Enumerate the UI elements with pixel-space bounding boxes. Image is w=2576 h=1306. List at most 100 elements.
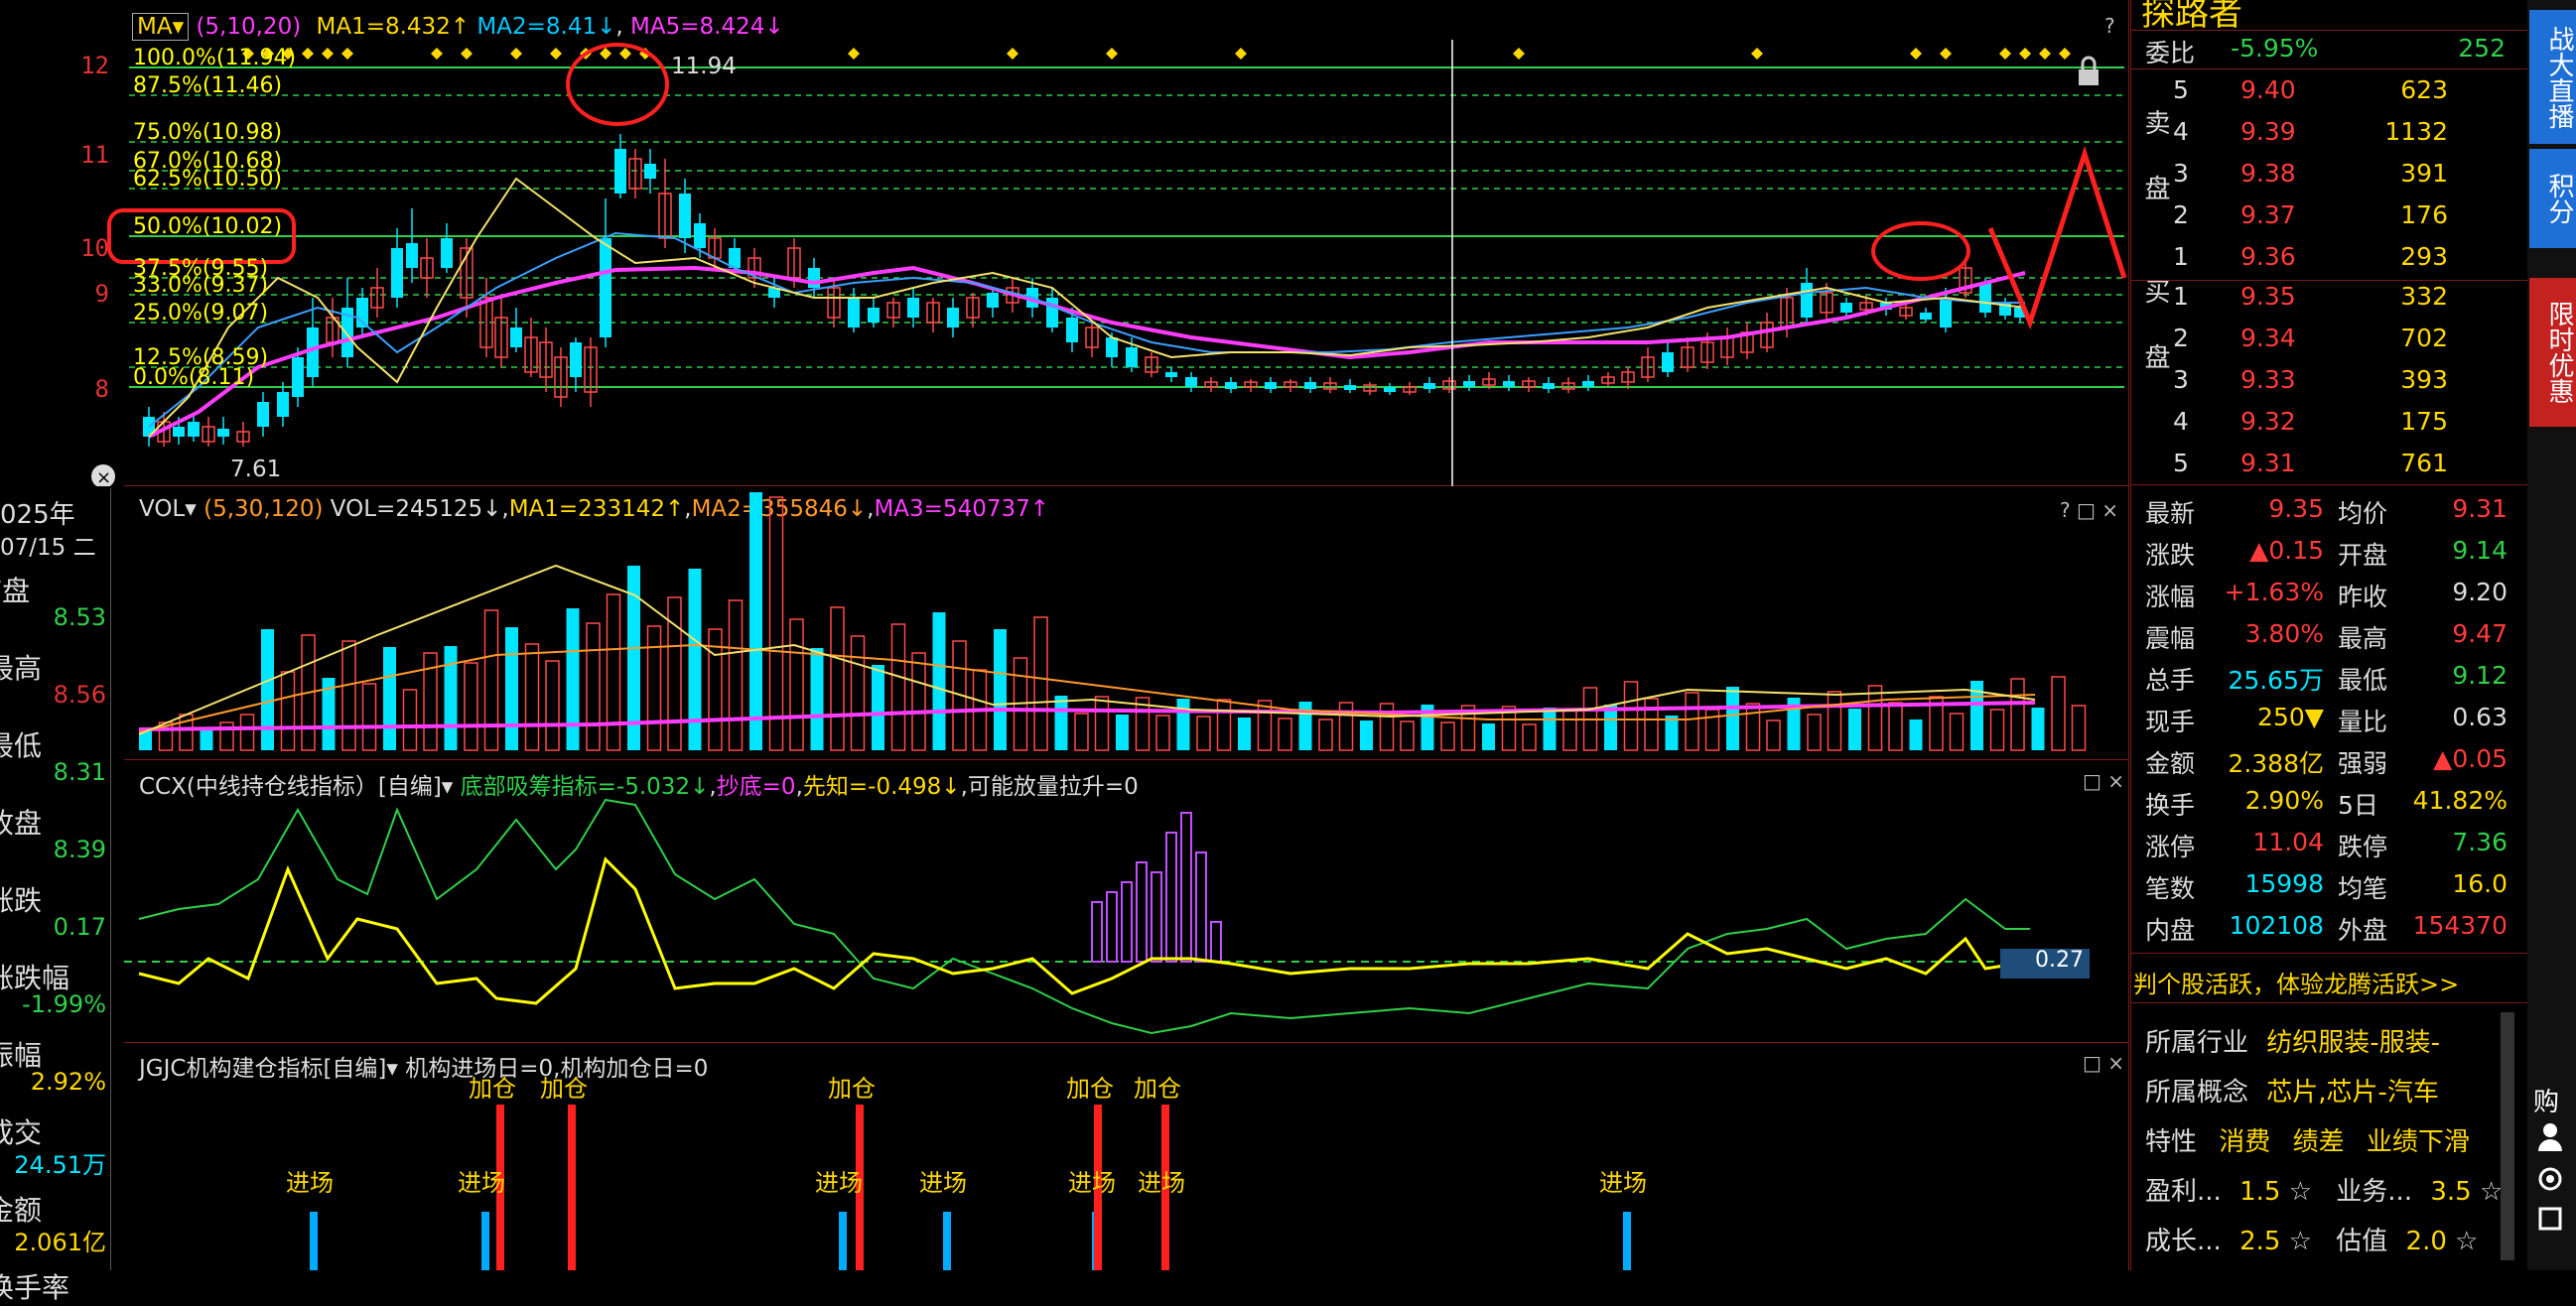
buy-button[interactable]: 购 bbox=[2533, 1082, 2559, 1118]
left-row-label: F盘 bbox=[0, 575, 31, 607]
trait-1[interactable]: 消费 bbox=[2219, 1127, 2270, 1157]
stat-label: 金额 bbox=[2145, 749, 2196, 778]
buy-level[interactable]: 5 9.31 761 bbox=[2131, 445, 2527, 484]
low-price-label: 7.61 bbox=[230, 457, 282, 482]
stat-value: 9.20 bbox=[2452, 578, 2508, 606]
level-num: 1 bbox=[2173, 242, 2189, 271]
jgjc-bars bbox=[310, 1105, 1631, 1270]
trait-2[interactable]: 绩差 bbox=[2293, 1127, 2345, 1157]
fib-label: 50.0%(10.02) bbox=[133, 214, 283, 239]
level-price: 9.33 bbox=[2240, 365, 2296, 394]
concept-row[interactable]: 所属概念 芯片,芯片-汽车 bbox=[2145, 1072, 2439, 1109]
buy-level[interactable]: 2 9.34 702 bbox=[2131, 320, 2527, 359]
candle-body-down bbox=[1304, 382, 1316, 389]
ma10-line bbox=[148, 231, 2025, 428]
candle-body-down bbox=[173, 427, 185, 437]
ccx-purple-bar bbox=[1165, 832, 1177, 963]
stat-value: 25.65万 bbox=[2228, 666, 2324, 695]
level-num: 5 bbox=[2173, 449, 2189, 477]
stat-label: 换手 bbox=[2145, 791, 2196, 820]
left-row-label: 收盘 bbox=[0, 807, 43, 840]
sell-level[interactable]: 4 9.39 1132 bbox=[2131, 113, 2527, 153]
level-volume: 391 bbox=[2400, 159, 2448, 188]
live-button[interactable]: 战大直播 bbox=[2529, 10, 2576, 144]
promo-link[interactable]: 判个股活跃，体验龙腾活跃>> bbox=[2133, 965, 2459, 999]
svg-text:×: × bbox=[96, 467, 111, 486]
level-price: 9.40 bbox=[2240, 75, 2296, 104]
sell-level[interactable]: 2 9.37 176 bbox=[2131, 196, 2527, 236]
star-icon[interactable]: ☆ bbox=[2455, 1227, 2478, 1256]
sell-level[interactable]: 1 9.36 293 bbox=[2131, 238, 2527, 278]
tool-icon[interactable] bbox=[2537, 1206, 2563, 1232]
vol-bar-up bbox=[1033, 616, 1048, 751]
vol-bar-up bbox=[524, 643, 540, 751]
level-num: 4 bbox=[2173, 407, 2189, 436]
level-volume: 761 bbox=[2400, 449, 2448, 477]
fib-lines bbox=[129, 66, 2124, 388]
weibi-value: -5.95% bbox=[2231, 34, 2319, 63]
fib-label: 25.0%(9.07) bbox=[133, 301, 269, 326]
vol-bar-up bbox=[728, 599, 744, 751]
level-num: 2 bbox=[2173, 200, 2189, 229]
level-price: 9.31 bbox=[2240, 449, 2296, 477]
trait-3[interactable]: 业绩下滑 bbox=[2367, 1127, 2470, 1157]
signal-diamond bbox=[302, 48, 314, 60]
vol-bar-up bbox=[890, 623, 906, 751]
rating4-label: 估值 bbox=[2336, 1227, 2388, 1256]
star-icon[interactable]: ☆ bbox=[2289, 1177, 2312, 1207]
stat-row: 涨幅 +1.63% 昨收 9.20 bbox=[2131, 574, 2527, 613]
vol-bar-up bbox=[606, 593, 621, 751]
vol-bar-up bbox=[830, 606, 845, 751]
promo-button[interactable]: 限时优惠 bbox=[2529, 278, 2576, 427]
annotation-zigzag bbox=[1987, 145, 2127, 330]
buy-level[interactable]: 4 9.32 175 bbox=[2131, 403, 2527, 443]
vol-bar-down bbox=[1238, 718, 1251, 750]
jgjc-svg bbox=[310, 1105, 1631, 1270]
vol-bar-up bbox=[1155, 715, 1170, 751]
stat-value: ▲0.05 bbox=[2433, 744, 2508, 773]
star-icon[interactable]: ☆ bbox=[2480, 1177, 2503, 1207]
left-year: 025年 bbox=[0, 500, 75, 530]
left-row-value: -1.99% bbox=[22, 990, 106, 1018]
stat-value: 9.31 bbox=[2452, 494, 2508, 523]
sell-level[interactable]: 5 9.40 623 bbox=[2131, 71, 2527, 111]
vol-bar-up bbox=[1562, 710, 1577, 751]
candle-body-down bbox=[1801, 283, 1813, 318]
candle-body-down bbox=[292, 357, 304, 397]
stat-value: 9.14 bbox=[2452, 536, 2508, 565]
level-volume: 393 bbox=[2400, 365, 2448, 394]
level-price: 9.39 bbox=[2240, 117, 2296, 146]
jia-label: 加仓 bbox=[1134, 1075, 1181, 1103]
signal-diamond bbox=[431, 48, 443, 60]
candle-body-down bbox=[188, 422, 200, 437]
vol-bar-up bbox=[586, 622, 601, 751]
star-icon[interactable]: ☆ bbox=[2289, 1227, 2312, 1256]
stat-value: 11.04 bbox=[2252, 828, 2324, 856]
vol-bar-up bbox=[2051, 676, 2066, 751]
ccx-svg bbox=[124, 798, 2090, 1035]
buy-level[interactable]: 3 9.33 393 bbox=[2131, 361, 2527, 401]
user-icon[interactable] bbox=[2537, 1121, 2563, 1151]
stat-row: 金额 2.388亿 强弱 ▲0.05 bbox=[2131, 740, 2527, 780]
settings-icon[interactable] bbox=[2537, 1166, 2563, 1192]
sell-level[interactable]: 3 9.38 391 bbox=[2131, 155, 2527, 195]
stat-label: 最高 bbox=[2338, 624, 2388, 653]
points-button[interactable]: 积分 bbox=[2529, 149, 2576, 248]
level-volume: 293 bbox=[2400, 242, 2448, 271]
jc-label: 进场 bbox=[1138, 1169, 1185, 1197]
lock-icon bbox=[2079, 56, 2099, 85]
signal-diamond bbox=[550, 48, 562, 60]
industry-row[interactable]: 所属行业 纺织服装-服装- bbox=[2145, 1022, 2440, 1059]
candles bbox=[143, 134, 2026, 447]
buy-level[interactable]: 1 9.35 332 bbox=[2131, 278, 2527, 318]
scrollbar[interactable] bbox=[2501, 1012, 2514, 1260]
candle-body-down bbox=[1066, 318, 1078, 342]
level-volume: 623 bbox=[2400, 75, 2448, 104]
stat-label: 涨跌 bbox=[2145, 541, 2196, 570]
stat-value: 2.388亿 bbox=[2228, 749, 2324, 778]
candle-body-down bbox=[907, 298, 919, 318]
vol-bar-up bbox=[1338, 702, 1354, 751]
jia-label: 加仓 bbox=[540, 1075, 588, 1103]
stat-label: 外盘 bbox=[2338, 916, 2388, 945]
top-markers bbox=[242, 48, 2071, 60]
